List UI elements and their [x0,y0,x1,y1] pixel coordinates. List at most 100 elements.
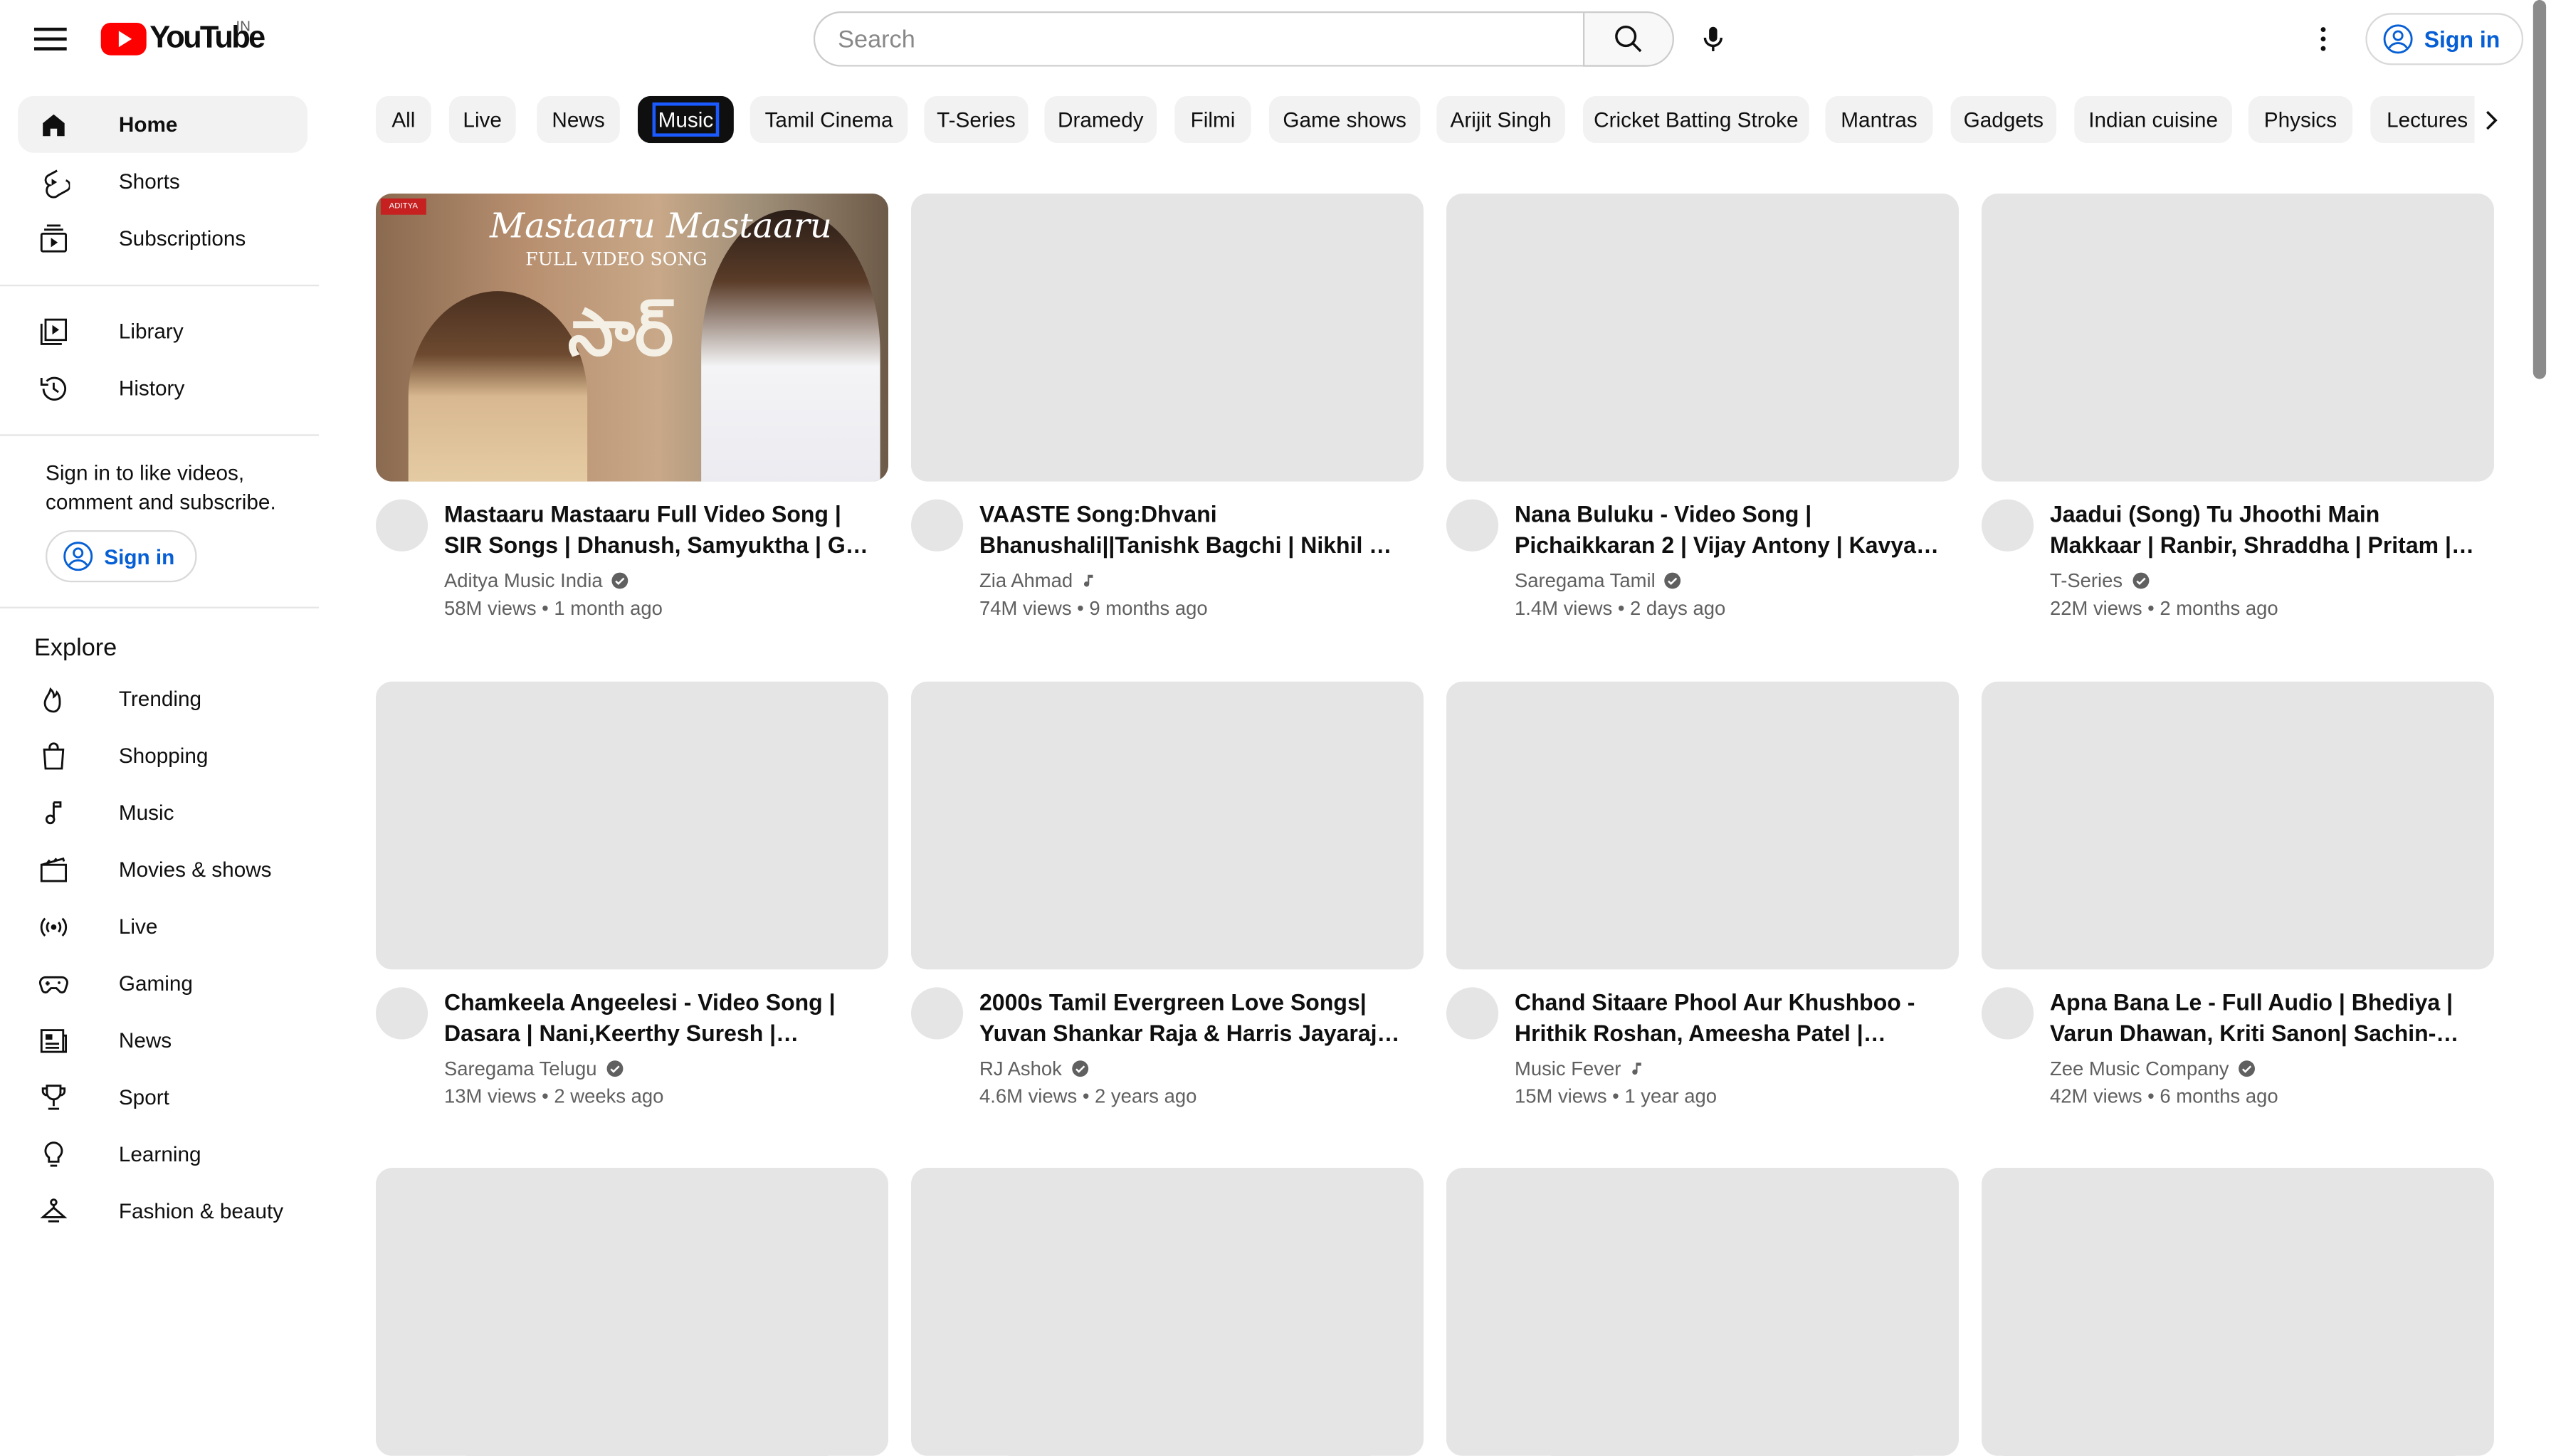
chip-tamil-cinema[interactable]: Tamil Cinema [749,95,908,144]
video-meta: 13M views • 2 weeks ago [443,1085,664,1108]
video-thumbnail[interactable]: ADITYA Mastaaru Mastaaru FULL VIDEO SONG… [375,193,888,482]
sidebar-item-home[interactable]: Home [18,95,307,153]
search-button[interactable] [1582,11,1674,67]
channel-avatar[interactable] [910,499,964,552]
sidebar-item-label: Subscriptions [118,226,246,250]
sign-in-button[interactable]: Sign in [2365,13,2523,65]
sidebar-divider [0,434,319,436]
channel-avatar[interactable] [1446,499,1499,552]
chip-cricket-batting-stroke[interactable]: Cricket Batting Stroke [1582,95,1809,144]
video-meta: 58M views • 1 month ago [443,596,663,620]
chip-music[interactable]: Music [637,95,734,144]
channel-name[interactable]: Saregama Telugu [444,1057,624,1080]
video-thumbnail[interactable] [1446,681,1959,970]
sidebar-item-live[interactable]: Live [18,898,307,955]
page-scrollbar[interactable] [2532,0,2547,379]
label-badge: ADITYA [380,198,426,215]
video-thumbnail[interactable] [1446,1168,1959,1456]
video-thumbnail[interactable] [910,681,1424,970]
channel-name[interactable]: T-Series [2050,569,2150,592]
video-title[interactable]: Apna Bana Le - Full Audio | Bhediya | Va… [2050,987,2476,1049]
video-title[interactable]: Chamkeela Angeelesi - Video Song | Dasar… [444,987,871,1049]
sidebar-item-music[interactable]: Music [18,784,307,841]
chip-gadgets[interactable]: Gadgets [1950,95,2057,144]
sidebar-item-label: Sport [118,1085,169,1109]
menu-icon[interactable] [31,19,70,58]
sidebar-item-movies[interactable]: Movies & shows [18,841,307,898]
video-card [375,1168,888,1456]
video-thumbnail[interactable] [1981,681,2494,970]
chip-mantras[interactable]: Mantras [1825,95,1933,144]
channel-avatar[interactable] [1981,987,2034,1040]
verified-icon [612,572,629,589]
video-meta: 22M views • 2 months ago [2049,596,2278,620]
chip-indian-cuisine[interactable]: Indian cuisine [2074,95,2232,144]
video-card: Chamkeela Angeelesi - Video Song | Dasar… [375,681,888,1108]
voice-search-button[interactable] [1684,10,1742,68]
chip-filmi[interactable]: Filmi [1174,95,1251,144]
chip-arijit-singh[interactable]: Arijit Singh [1436,95,1565,144]
chip-lectures[interactable]: Lectures [2370,95,2475,144]
chip-t-series[interactable]: T-Series [924,95,1029,144]
video-thumbnail[interactable] [1446,193,1959,482]
chips-next-button[interactable] [2466,96,2513,143]
video-meta: 4.6M views • 2 years ago [979,1085,1197,1108]
sidebar-item-sport[interactable]: Sport [18,1069,307,1126]
sign-in-prompt: Sign in to like videos, comment and subs… [45,460,276,515]
shopping-icon [34,736,73,775]
video-thumbnail[interactable] [375,681,888,970]
video-thumbnail[interactable] [1981,1168,2494,1456]
channel-avatar[interactable] [375,987,428,1040]
search-input[interactable] [813,11,1583,67]
news-icon [34,1020,73,1060]
sidebar-item-fashion[interactable]: Fashion & beauty [18,1183,307,1240]
chip-dramedy[interactable]: Dramedy [1044,95,1157,144]
video-title[interactable]: Chand Sitaare Phool Aur Khushboo - Hrith… [1515,987,1941,1049]
channel-name[interactable]: Music Fever [1515,1057,1647,1080]
chip-physics[interactable]: Physics [2248,95,2353,144]
sidebar-item-shorts[interactable]: Shorts [18,153,307,210]
channel-name[interactable]: RJ Ashok [979,1057,1090,1080]
sidebar-item-news[interactable]: News [18,1012,307,1069]
video-thumbnail[interactable] [375,1168,888,1456]
chip-live[interactable]: Live [448,95,516,144]
video-thumbnail[interactable] [910,1168,1424,1456]
video-title[interactable]: Jaadui (Song) Tu Jhoothi Main Makkaar | … [2050,500,2476,561]
fashion-icon [34,1191,73,1230]
country-code: IN [236,18,251,34]
sign-in-label: Sign in [104,544,175,569]
video-card [1981,1168,2494,1456]
sidebar-item-label: News [118,1028,172,1053]
channel-name[interactable]: Saregama Tamil [1515,569,1683,592]
channel-name[interactable]: Zee Music Company [2050,1057,2256,1080]
video-thumbnail[interactable] [1981,193,2494,482]
sidebar-item-label: Home [118,112,178,137]
video-title[interactable]: 2000s Tamil Evergreen Love Songs| Yuvan … [979,987,1406,1049]
video-thumbnail[interactable] [910,193,1424,482]
sidebar-item-subscriptions[interactable]: Subscriptions [18,210,307,267]
channel-avatar[interactable] [1981,499,2034,552]
sidebar-item-history[interactable]: History [18,359,307,416]
chip-all[interactable]: All [375,95,431,144]
channel-name[interactable]: Zia Ahmad [979,569,1099,592]
sidebar-item-trending[interactable]: Trending [18,670,307,727]
sidebar-item-label: Fashion & beauty [118,1198,284,1223]
sidebar-item-learning[interactable]: Learning [18,1126,307,1183]
chip-game-shows[interactable]: Game shows [1268,95,1421,144]
channel-avatar[interactable] [910,987,964,1040]
channel-avatar[interactable] [375,499,428,552]
settings-more-button[interactable] [2300,16,2346,62]
channel-avatar[interactable] [1446,987,1499,1040]
sidebar-item-label: History [118,375,185,401]
sidebar-item-library[interactable]: Library [18,302,307,359]
channel-name[interactable]: Aditya Music India [444,569,630,592]
sidebar-sign-in-button[interactable]: Sign in [45,530,198,583]
video-meta: 15M views • 1 year ago [1514,1085,1718,1108]
chip-news[interactable]: News [537,95,620,144]
sidebar-item-shopping[interactable]: Shopping [18,727,307,784]
video-title[interactable]: VAASTE Song:Dhvani Bhanushali||Tanishk B… [979,500,1406,561]
video-title[interactable]: Mastaaru Mastaaru Full Video Song | SIR … [444,500,871,561]
video-title[interactable]: Nana Buluku - Video Song | Pichaikkaran … [1515,500,1941,561]
video-card: ADITYA Mastaaru Mastaaru FULL VIDEO SONG… [375,193,888,620]
sidebar-item-gaming[interactable]: Gaming [18,955,307,1012]
